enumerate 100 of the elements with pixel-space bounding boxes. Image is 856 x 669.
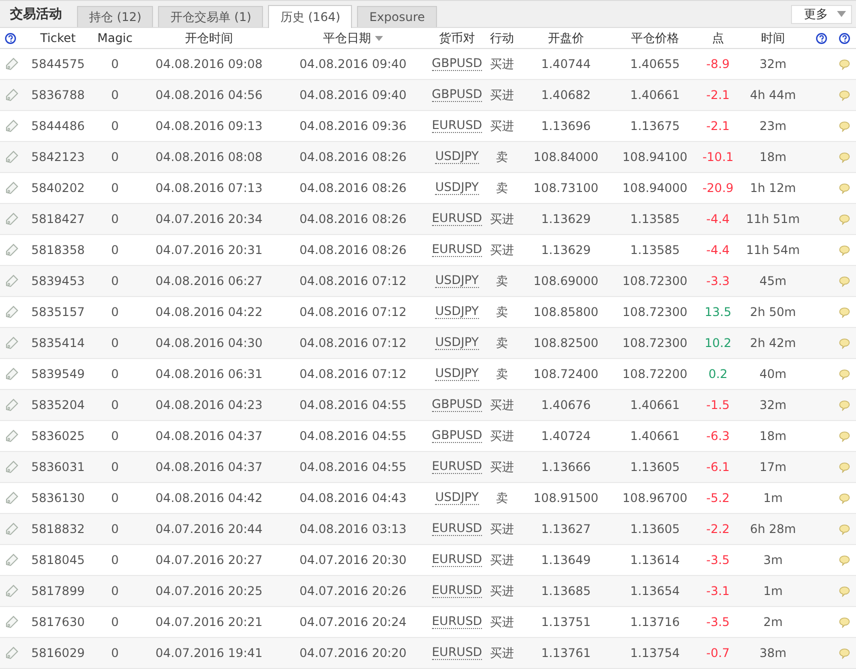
tag-icon[interactable] (5, 274, 19, 288)
table-cell: 2m (763, 615, 783, 629)
column-header[interactable]: 点 (712, 30, 724, 46)
tag-icon[interactable] (5, 646, 19, 660)
symbol-link[interactable]: EURUSD (432, 646, 482, 660)
table-cell: -3.5 (706, 553, 730, 567)
tag-icon[interactable] (5, 336, 19, 350)
speech-bubble-icon[interactable] (838, 616, 850, 628)
column-header[interactable]: 平仓日期 (323, 30, 383, 46)
symbol-link[interactable]: USDJPY (435, 305, 479, 319)
tag-icon[interactable] (5, 429, 19, 443)
column-header[interactable]: 开盘价 (548, 30, 584, 46)
speech-bubble-icon[interactable] (838, 120, 850, 132)
tab[interactable]: 持仓 (12) (77, 6, 154, 27)
table-cell: 5835157 (31, 305, 85, 319)
column-header[interactable]: 平仓价格 (631, 30, 679, 46)
table-cell: 32m (760, 57, 786, 71)
symbol-link[interactable]: USDJPY (435, 367, 479, 381)
column-header[interactable]: 开仓时间 (185, 30, 233, 46)
speech-bubble-icon[interactable] (838, 586, 850, 596)
table-cell: 0 (111, 243, 119, 257)
speech-bubble-icon[interactable] (838, 214, 850, 224)
table-cell: 5836788 (31, 88, 85, 102)
tag-icon[interactable] (5, 57, 19, 71)
table-cell: 0 (111, 460, 119, 474)
tab[interactable]: 开仓交易单 (1) (158, 6, 264, 27)
table-cell: 108.94100 (622, 150, 688, 164)
column-header[interactable]: Ticket (40, 31, 76, 45)
speech-bubble-icon[interactable] (838, 368, 850, 380)
tag-icon[interactable] (5, 460, 19, 474)
column-header[interactable]: 行动 (490, 30, 514, 46)
symbol-link[interactable]: GBPUSD (432, 429, 482, 443)
tag-icon[interactable] (5, 150, 19, 164)
symbol-link[interactable]: USDJPY (435, 274, 479, 288)
table-cell: 04.08.2016 07:12 (299, 336, 407, 350)
symbol-link[interactable]: GBPUSD (432, 57, 482, 71)
symbol-link[interactable]: USDJPY (435, 491, 479, 505)
table-cell: 108.72300 (622, 336, 688, 350)
more-button[interactable]: 更多 (791, 4, 852, 24)
table-cell: 18m (760, 429, 786, 443)
speech-bubble-icon[interactable] (838, 338, 850, 348)
tag-icon[interactable] (5, 367, 19, 381)
speech-bubble-icon[interactable] (838, 554, 850, 566)
help-icon[interactable] (838, 32, 850, 44)
symbol-link[interactable]: EURUSD (432, 460, 482, 474)
tag-icon[interactable] (5, 88, 19, 102)
tag-icon[interactable] (5, 491, 19, 505)
speech-bubble-icon[interactable] (838, 58, 850, 70)
tag-icon[interactable] (5, 615, 19, 629)
speech-bubble-icon[interactable] (838, 492, 850, 504)
symbol-link[interactable]: USDJPY (435, 150, 479, 164)
symbol-link[interactable]: EURUSD (432, 119, 482, 133)
symbol-link[interactable]: EURUSD (432, 615, 482, 629)
table-cell: 0 (111, 181, 119, 195)
symbol-link[interactable]: EURUSD (432, 522, 482, 536)
tag-icon[interactable] (5, 181, 19, 195)
speech-bubble-icon[interactable] (838, 90, 850, 100)
symbol-link[interactable]: USDJPY (435, 181, 479, 195)
table-cell: 0 (111, 584, 119, 598)
table-cell: 1.13649 (541, 553, 591, 567)
table-cell: 1.13629 (541, 243, 591, 257)
help-icon[interactable] (816, 32, 826, 44)
table-cell: 04.08.2016 04:55 (299, 460, 407, 474)
symbol-link[interactable]: EURUSD (432, 212, 482, 226)
panel-title: 交易活动 (10, 6, 62, 23)
symbol-link[interactable]: EURUSD (432, 243, 482, 257)
tag-icon[interactable] (5, 243, 19, 257)
column-header[interactable]: 时间 (761, 30, 785, 46)
speech-bubble-icon[interactable] (838, 276, 850, 286)
speech-bubble-icon[interactable] (838, 244, 850, 256)
help-icon[interactable] (5, 32, 16, 44)
symbol-link[interactable]: USDJPY (435, 336, 479, 350)
symbol-link[interactable]: GBPUSD (432, 88, 482, 102)
speech-bubble-icon[interactable] (838, 430, 850, 442)
table-cell: 2h 50m (750, 305, 796, 319)
tag-icon[interactable] (5, 212, 19, 226)
column-header[interactable]: Magic (97, 31, 133, 45)
tab[interactable]: Exposure (357, 6, 437, 27)
symbol-link[interactable]: GBPUSD (432, 398, 482, 412)
table-cell: 108.72300 (622, 274, 688, 288)
symbol-link[interactable]: EURUSD (432, 584, 482, 598)
tag-icon[interactable] (5, 398, 19, 412)
speech-bubble-icon[interactable] (838, 306, 850, 318)
tab[interactable]: 历史 (164) (268, 5, 352, 28)
tag-icon[interactable] (5, 119, 19, 133)
speech-bubble-icon[interactable] (838, 182, 850, 194)
speech-bubble-icon[interactable] (838, 524, 850, 534)
table-cell: 0 (111, 367, 119, 381)
table-cell: 买进 (490, 396, 514, 414)
tag-icon[interactable] (5, 553, 19, 567)
column-header[interactable]: 货币对 (439, 30, 475, 46)
tag-icon[interactable] (5, 522, 19, 536)
speech-bubble-icon[interactable] (838, 462, 850, 472)
tag-icon[interactable] (5, 305, 19, 319)
speech-bubble-icon[interactable] (838, 648, 850, 658)
tag-icon[interactable] (5, 584, 19, 598)
table-cell: 04.08.2016 04:23 (155, 398, 263, 412)
symbol-link[interactable]: EURUSD (432, 553, 482, 567)
speech-bubble-icon[interactable] (838, 152, 850, 162)
speech-bubble-icon[interactable] (838, 400, 850, 410)
